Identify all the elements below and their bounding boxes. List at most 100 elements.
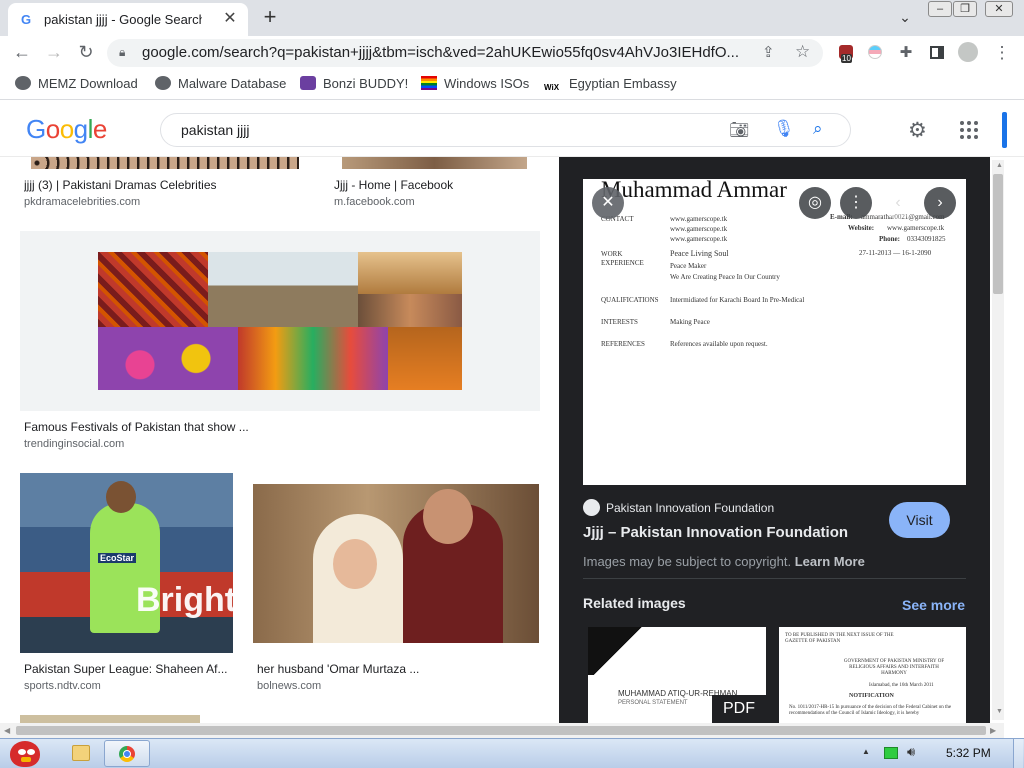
vertical-scrollbar[interactable]: ▲ ▼ [992,160,1004,720]
resume-name: Muhammad Ammar [601,179,787,202]
microphone-icon[interactable]: 🎙︎ [773,119,795,139]
image-preview-panel: Muhammad Ammar CONTACT www.gamerscope.tk… [559,157,990,723]
related-image-1[interactable]: MUHAMMAD ATIQ-UR-REHMAN PERSONAL STATEME… [588,627,766,723]
related-images-title: Related images [583,595,686,611]
next-arrow-icon[interactable]: › [924,187,956,219]
result-image-2[interactable] [342,157,527,169]
related-image-2[interactable]: TO BE PUBLISHED IN THE NEXT ISSUE OF THE… [779,627,966,723]
bookmark-memz-download[interactable]: MEMZ Download [15,76,138,94]
site-name[interactable]: Pakistan Innovation Foundation [606,501,774,515]
result-image-4[interactable]: EcoStar Brighto [20,473,233,653]
banner-text: Brighto [136,581,233,619]
browser-tab[interactable]: G pakistan jjjj - Google Search ✕ [8,3,248,36]
preview-title[interactable]: Jjjj – Pakistan Innovation Foundation [583,524,848,541]
visit-button[interactable]: Visit [889,502,950,538]
result-source[interactable]: m.facebook.com [334,196,415,208]
result-image-1[interactable] [31,157,299,169]
result-source[interactable]: sports.ndtv.com [24,680,101,692]
bookmark-star-icon[interactable]: ☆ [795,42,810,62]
scrollbar-thumb[interactable] [993,174,1003,294]
result-image-5[interactable] [253,484,539,643]
result-caption[interactable]: her husband 'Omar Murtaza ... [257,662,457,676]
extension-flag-icon[interactable] [864,42,886,64]
address-bar[interactable]: 🔒︎ google.com/search?q=pakistan+jjjj&tbm… [107,39,823,67]
result-caption[interactable]: jjjj (3) | Pakistani Dramas Celebrities [24,178,294,192]
previous-arrow-icon[interactable]: ‹ [882,187,914,219]
globe-icon [155,76,171,90]
tab-title: pakistan jjjj - Google Search [44,12,202,27]
copyright-notice: Images may be subject to copyright. Lear… [583,554,865,569]
settings-gear-icon[interactable]: ⚙ [908,118,927,143]
volume-icon[interactable]: 🔊︎ [907,744,915,760]
back-arrow-icon[interactable]: ← [9,39,35,65]
pdf-badge: PDF [712,695,766,723]
preview-image[interactable]: Muhammad Ammar CONTACT www.gamerscope.tk… [583,179,966,485]
bookmark-egyptian-embassy[interactable]: WiX Egyptian Embassy [544,76,677,94]
profile-avatar-icon[interactable] [957,42,979,64]
window-close-button[interactable]: ✕ [985,1,1013,17]
scroll-down-arrow-icon[interactable]: ▼ [996,708,1003,715]
scroll-up-arrow-icon[interactable]: ▲ [996,162,1003,169]
start-button[interactable] [4,735,48,768]
close-preview-icon[interactable]: ✕ [592,187,624,219]
tab-search-chevron-icon[interactable]: ⌄ [894,9,916,27]
lock-icon[interactable]: 🔒︎ [119,45,125,60]
scroll-right-arrow-icon[interactable]: ▶ [990,726,996,735]
tab-close-icon[interactable]: ✕ [220,9,240,29]
result-source[interactable]: bolnews.com [257,680,321,692]
reload-icon[interactable]: ↻ [73,39,99,65]
divider [583,578,966,579]
globe-icon [15,76,31,90]
jersey-text: EcoStar [98,553,137,563]
learn-more-link[interactable]: Learn More [795,554,865,569]
clock[interactable]: 5:32 PM [946,746,991,760]
result-image-6[interactable] [20,715,200,723]
url-text[interactable]: google.com/search?q=pakistan+jjjj&tbm=is… [142,44,752,61]
network-icon[interactable] [884,747,898,759]
taskbar: ▲ 🔊︎ 5:32 PM [0,738,1024,768]
minimize-button[interactable]: – [928,1,952,17]
chrome-icon [119,746,135,762]
extension-badge: 10 [841,54,852,63]
result-caption[interactable]: Famous Festivals of Pakistan that show .… [24,420,324,434]
chrome-taskbar-button[interactable] [104,740,150,767]
image-results-grid: jjjj (3) | Pakistani Dramas Celebrities … [0,157,559,723]
show-desktop-button[interactable] [1013,739,1023,768]
see-more-link[interactable]: See more [902,597,965,613]
result-source[interactable]: trendinginsocial.com [24,438,124,450]
bonzi-icon [300,76,316,90]
bookmark-malware-database[interactable]: Malware Database [155,76,286,94]
extension-shield-icon[interactable]: 10 [835,42,857,64]
side-panel-icon[interactable] [926,42,948,64]
scroll-left-arrow-icon[interactable]: ◀ [4,726,10,735]
visual-search-lens-icon[interactable]: ◎ [799,187,831,219]
search-input[interactable]: pakistan jjjj [181,122,249,138]
result-source[interactable]: pkdramacelebrities.com [24,196,140,208]
extensions-puzzle-icon[interactable]: ✚ [895,42,917,64]
wix-icon: WiX [544,83,560,92]
more-options-icon[interactable]: ⋮ [840,187,872,219]
bookmark-windows-isos[interactable]: Windows ISOs [421,76,529,94]
apps-grid-icon[interactable] [960,121,978,139]
search-icon[interactable]: ⌕ [813,119,823,139]
result-caption[interactable]: Jjjj - Home | Facebook [334,178,534,192]
horizontal-scrollbar[interactable]: ◀ ▶ [0,723,1004,738]
sign-in-button-edge[interactable] [1002,112,1007,148]
windows-flag-icon [421,76,437,90]
bookmark-bonzi-buddy[interactable]: Bonzi BUDDY! [300,76,408,94]
browser-menu-icon[interactable]: ⋮ [991,42,1013,64]
result-caption[interactable]: Pakistan Super League: Shaheen Af... [24,662,232,676]
site-favicon-icon [583,499,600,516]
share-icon[interactable]: ⇪ [762,43,775,61]
restore-button[interactable]: ❐ [953,1,977,17]
forward-arrow-icon[interactable]: → [41,39,67,65]
show-hidden-icons-icon[interactable]: ▲ [862,747,870,756]
google-logo[interactable]: Google [26,114,107,145]
google-favicon-icon: G [21,12,32,27]
file-explorer-icon[interactable] [72,745,90,761]
camera-icon[interactable]: 📷︎ [729,120,749,140]
result-image-3[interactable] [98,252,462,390]
new-tab-button[interactable]: + [256,5,284,31]
horizontal-scroll-thumb[interactable] [16,726,986,735]
search-box[interactable]: pakistan jjjj 📷︎ 🎙︎ ⌕ [160,113,851,147]
